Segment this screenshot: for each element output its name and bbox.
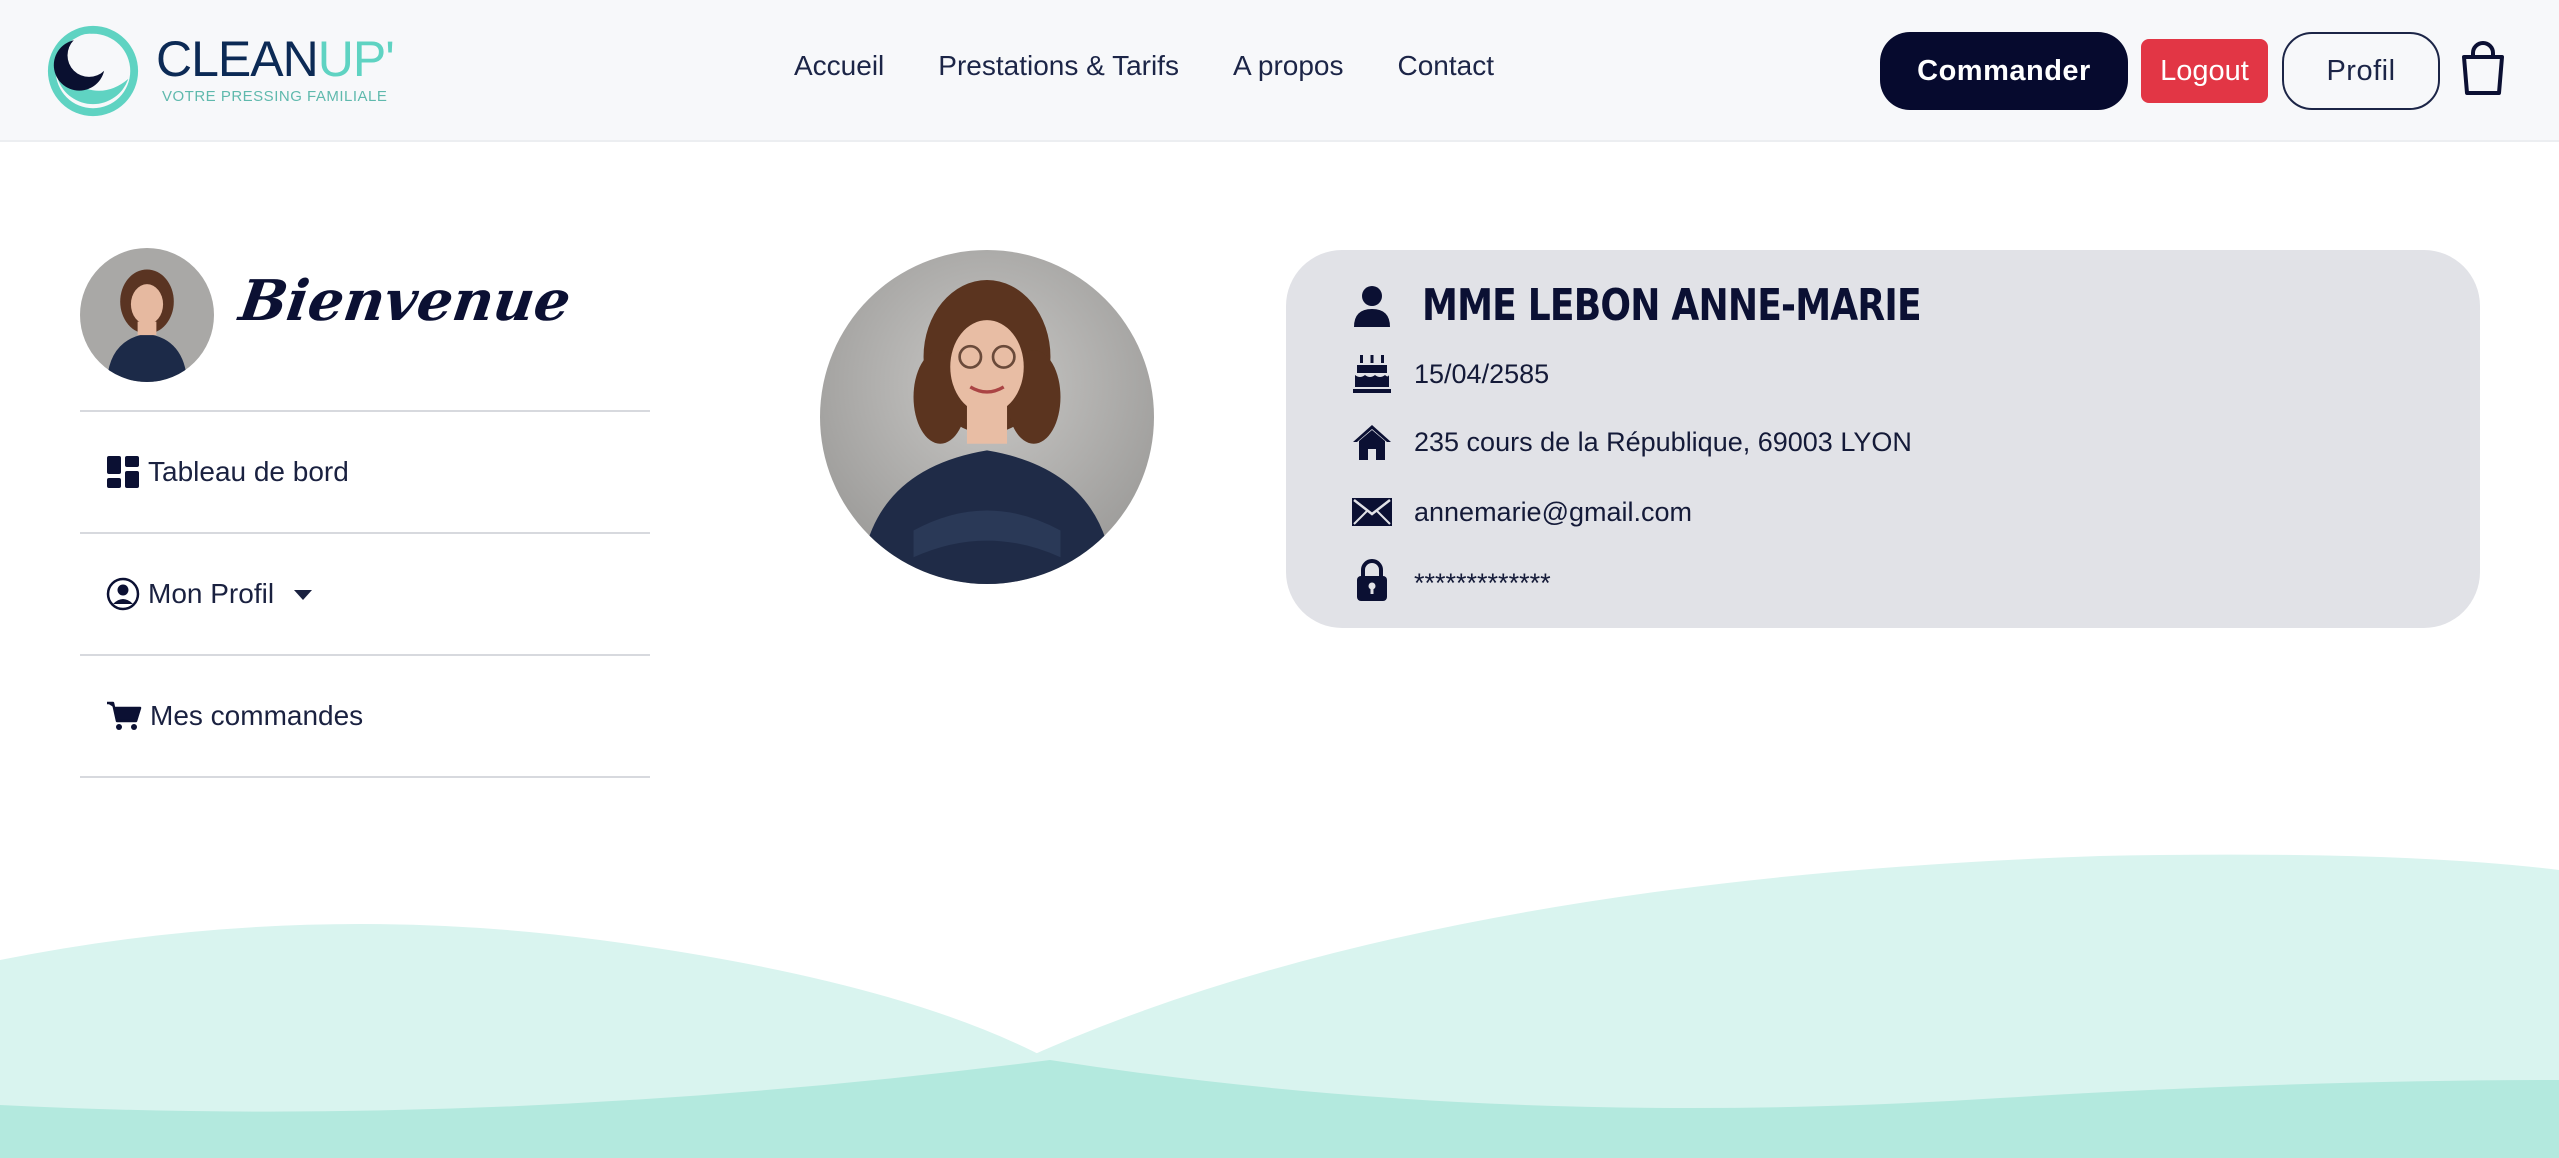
profile-photo [820,250,1154,584]
sidebar-item-label: Mes commandes [150,700,364,731]
logout-button[interactable]: Logout [2141,39,2268,103]
brand-logo[interactable]: CLEANUP' VOTRE PRESSING FAMILIALE [44,22,395,122]
sidebar-item-mes-commandes[interactable]: Mes commandes [80,656,650,778]
sidebar-avatar [80,248,214,382]
nav-link-accueil[interactable]: Accueil [794,50,884,82]
profile-name: MME LEBON ANNE-MARIE [1422,280,1922,331]
address-row: 235 cours de la République, 69003 LYON [1350,420,1912,464]
profile-birthdate: 15/04/2585 [1414,358,1550,389]
commander-button[interactable]: Commander [1880,32,2128,110]
nav-link-contact[interactable]: Contact [1398,50,1495,82]
profile-info-card: MME LEBON ANNE-MARIE 15/04/2585 235 cour… [1286,250,2480,628]
profile-name-row: MME LEBON ANNE-MARIE [1350,280,2030,331]
nav-link-prestations[interactable]: Prestations & Tarifs [938,50,1179,82]
shopping-bag-button[interactable] [2455,40,2511,100]
birthdate-row: 15/04/2585 [1350,352,1549,396]
lock-icon [1350,558,1394,602]
main-nav: Accueil Prestations & Tarifs A propos Co… [794,50,1494,82]
dashboard-icon [107,456,139,488]
password-row: ************* [1350,558,1551,602]
sidebar-item-tableau-de-bord[interactable]: Tableau de bord [80,412,650,534]
envelope-icon [1350,490,1394,534]
profile-email: annemarie@gmail.com [1414,496,1693,527]
nav-link-a-propos[interactable]: A propos [1233,50,1344,82]
brand-name: CLEANUP' [156,31,395,87]
sidebar-item-mon-profil[interactable]: Mon Profil [80,534,650,656]
profile-password: ************* [1414,567,1551,598]
birthday-cake-icon [1350,352,1394,396]
profil-button[interactable]: Profil [2282,32,2440,110]
logo-moon-icon [47,25,139,117]
profile-address: 235 cours de la République, 69003 LYON [1414,426,1912,457]
home-icon [1350,420,1394,464]
sidebar-menu: Tableau de bord Mon Profil Mes commandes [80,410,650,778]
brand-tagline: VOTRE PRESSING FAMILIALE [162,88,388,105]
avatar-photo [80,248,214,382]
user-circle-icon [106,577,140,611]
footer-waves [0,854,2559,1158]
profile-photo-image [820,250,1154,584]
user-icon [1350,284,1394,328]
sidebar-item-label: Mon Profil [148,578,275,609]
shopping-bag-icon [2462,40,2504,95]
cart-icon [107,701,142,730]
top-navbar: CLEANUP' VOTRE PRESSING FAMILIALE Accuei… [0,0,2559,142]
sidebar-item-label: Tableau de bord [148,456,349,487]
welcome-heading: Bienvenue [235,268,575,334]
email-row: annemarie@gmail.com [1350,490,1692,534]
chevron-down-icon[interactable] [294,590,313,600]
